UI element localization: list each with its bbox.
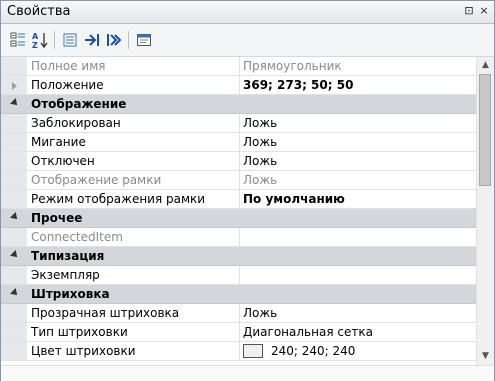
property-row[interactable]: ConnectedItem <box>1 228 476 247</box>
property-value[interactable]: 369; 273; 50; 50 <box>243 78 473 92</box>
property-value[interactable]: Ложь <box>243 154 473 168</box>
property-value[interactable]: Диагональная сетка <box>243 325 473 339</box>
collapse-triangle-icon[interactable] <box>10 212 20 222</box>
expand-arrow-icon[interactable] <box>12 82 17 90</box>
property-row[interactable]: Прозрачная штриховка Ложь <box>1 304 476 323</box>
collapse-icon[interactable] <box>105 31 123 49</box>
property-row[interactable]: Мигание Ложь <box>1 133 476 152</box>
collapse-triangle-icon[interactable] <box>10 98 20 108</box>
toolbar-separator <box>128 31 129 49</box>
color-swatch[interactable] <box>243 344 263 358</box>
category-label: Отображение <box>31 97 127 111</box>
category-hatch[interactable]: Штриховка <box>1 285 476 304</box>
svg-text:A: A <box>32 32 39 41</box>
pin-icon[interactable]: ⊡ <box>463 5 475 17</box>
list-icon[interactable] <box>61 31 79 49</box>
property-row[interactable]: Экземпляр <box>1 266 476 285</box>
category-typing[interactable]: Типизация <box>1 247 476 266</box>
expand-icon[interactable] <box>83 31 101 49</box>
category-other[interactable]: Прочее <box>1 209 476 228</box>
collapse-triangle-icon[interactable] <box>10 250 20 260</box>
property-name: Мигание <box>31 135 86 149</box>
sort-az-icon[interactable]: AZ <box>31 31 49 49</box>
property-row[interactable]: Тип штриховки Диагональная сетка <box>1 323 476 342</box>
property-grid: Полное имя Прямоугольник Положение 369; … <box>1 57 476 365</box>
property-row-full-name[interactable]: Полное имя Прямоугольник <box>1 57 476 76</box>
property-name: Цвет штриховки <box>31 344 136 358</box>
scroll-up-icon[interactable]: ▲ <box>477 57 494 74</box>
property-name: Положение <box>31 78 104 92</box>
toolbar: AZ <box>1 24 494 57</box>
property-name: Режим отображения рамки <box>31 192 206 206</box>
property-name: Полное имя <box>31 59 106 73</box>
property-name: Прозрачная штриховка <box>31 306 180 320</box>
vertical-scrollbar[interactable]: ▲ ▼ <box>476 57 494 365</box>
collapse-triangle-icon[interactable] <box>10 288 20 298</box>
scroll-thumb[interactable] <box>479 74 491 186</box>
property-value[interactable]: 240; 240; 240 <box>243 344 473 359</box>
property-name: Тип штриховки <box>31 325 128 339</box>
property-value[interactable]: Ложь <box>243 116 473 130</box>
property-name: Заблокирован <box>31 116 121 130</box>
category-label: Штриховка <box>31 287 110 301</box>
property-value[interactable]: Ложь <box>243 306 473 320</box>
property-row-position[interactable]: Положение 369; 273; 50; 50 <box>1 76 476 95</box>
properties-panel: Свойства ⊡ × AZ Полное имя Прямоугольник… <box>0 0 495 381</box>
property-row[interactable]: Цвет штриховки 240; 240; 240 <box>1 342 476 361</box>
categorized-icon[interactable] <box>9 31 27 49</box>
color-value: 240; 240; 240 <box>271 344 356 358</box>
property-name: Экземпляр <box>31 268 100 282</box>
toolbar-separator <box>54 31 55 49</box>
category-label: Типизация <box>31 249 105 263</box>
property-name: ConnectedItem <box>31 230 123 244</box>
property-row[interactable]: Режим отображения рамки По умолчанию <box>1 190 476 209</box>
category-display[interactable]: Отображение <box>1 95 476 114</box>
property-row[interactable]: Отображение рамки Ложь <box>1 171 476 190</box>
property-value: Ложь <box>243 173 278 187</box>
property-value[interactable]: Ложь <box>243 135 473 149</box>
property-value: Прямоугольник <box>243 59 342 73</box>
property-row[interactable]: Заблокирован Ложь <box>1 114 476 133</box>
window-icon[interactable] <box>135 31 153 49</box>
category-label: Прочее <box>31 211 83 225</box>
window-title: Свойства <box>7 4 71 19</box>
property-name: Отключен <box>31 154 95 168</box>
description-pane <box>1 365 494 381</box>
property-value[interactable]: По умолчанию <box>243 192 473 206</box>
title-bar: Свойства ⊡ × <box>1 1 494 24</box>
property-row[interactable]: Отключен Ложь <box>1 152 476 171</box>
property-name: Отображение рамки <box>31 173 162 187</box>
svg-text:Z: Z <box>32 41 38 49</box>
scroll-down-icon[interactable]: ▼ <box>477 348 494 365</box>
close-icon[interactable]: × <box>478 5 490 17</box>
